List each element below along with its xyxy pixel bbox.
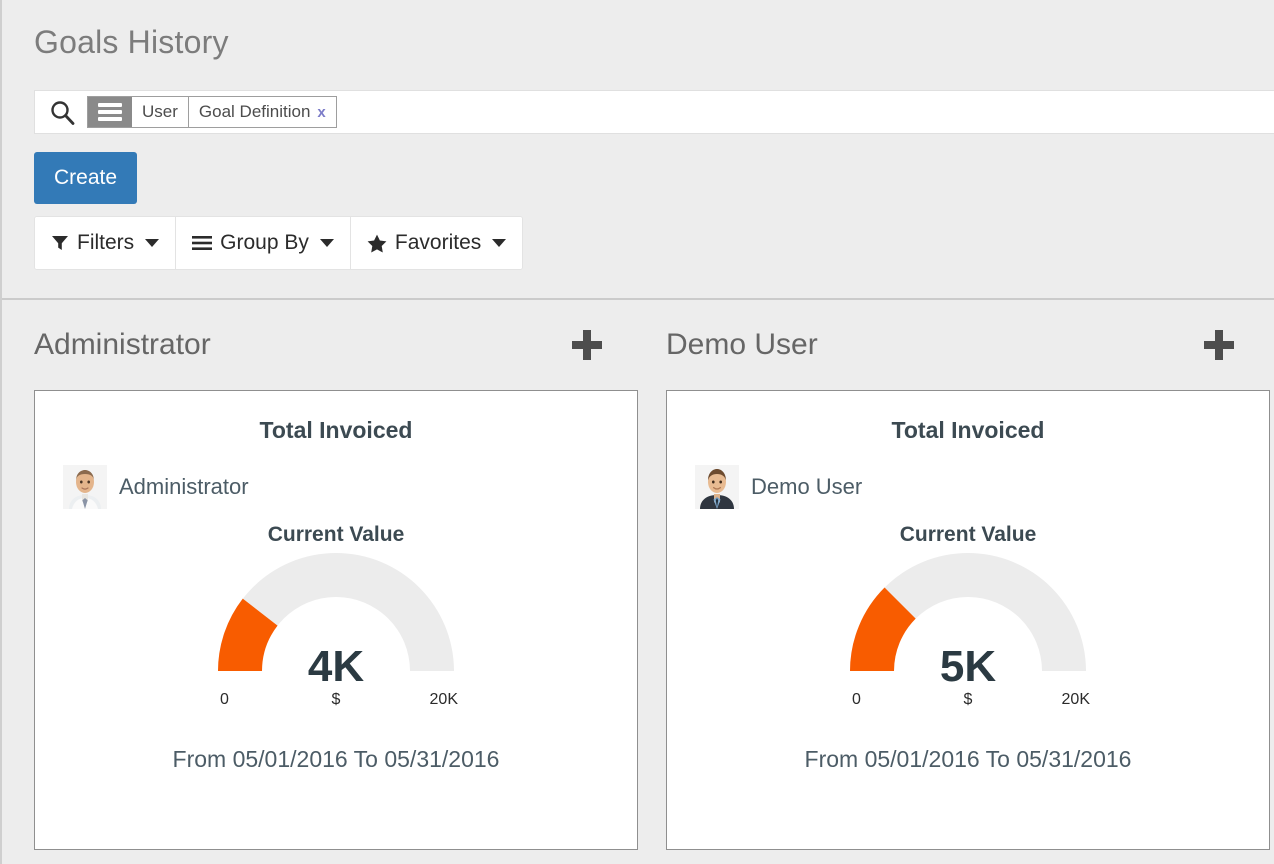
hamburger-menu-icon	[192, 234, 213, 252]
search-icon	[47, 97, 77, 127]
create-button[interactable]: Create	[34, 152, 138, 204]
caret-down-icon	[145, 239, 160, 247]
favorites-label: Favorites	[394, 231, 482, 254]
facet-value: Goal Definition x	[189, 97, 336, 127]
gauge-chart: 4K	[53, 553, 619, 689]
hamburger-menu-icon	[88, 97, 132, 127]
group-by-dropdown-button[interactable]: Group By	[176, 217, 351, 269]
card-user: Demo User	[685, 465, 1251, 509]
card-date-range: From 05/01/2016 To 05/31/2016	[172, 746, 500, 772]
facet-remove-icon[interactable]: x	[317, 104, 325, 121]
gauge-max-label: 20K	[1061, 691, 1090, 708]
control-panel-buttons: Create	[34, 152, 1274, 204]
card-date-range: From 05/01/2016 To 05/31/2016	[804, 746, 1132, 772]
kanban-column-header: Administrator	[34, 300, 618, 390]
gauge-axis-labels: 0 $ 20K	[206, 691, 466, 713]
star-icon	[367, 234, 387, 253]
gauge-unit-label: $	[963, 691, 973, 708]
filters-label: Filters	[77, 231, 135, 254]
card-subtitle: Current Value	[899, 523, 1037, 546]
favorites-dropdown-button[interactable]: Favorites	[350, 217, 523, 269]
kanban-column-title: Administrator	[34, 328, 211, 361]
gauge-min-label: 0	[220, 691, 229, 708]
kanban-column-header: Demo User	[666, 300, 1250, 390]
kanban-column-administrator: Administrator Total Invoiced Administrat…	[2, 300, 638, 862]
card-user-name: Administrator	[119, 474, 249, 499]
facet-value-label: Goal Definition	[198, 102, 311, 121]
gauge-unit-label: $	[331, 691, 341, 708]
page-title: Goals History	[34, 24, 229, 60]
search-input[interactable]: User Goal Definition x	[34, 90, 1274, 134]
card-title: Total Invoiced	[891, 417, 1045, 443]
filters-dropdown-button[interactable]: Filters	[35, 217, 177, 269]
gauge-svg: 4K	[218, 553, 454, 689]
gauge-max-label: 20K	[429, 691, 458, 708]
kanban-view: Administrator Total Invoiced Administrat…	[2, 300, 1274, 862]
card-title: Total Invoiced	[259, 417, 413, 443]
kanban-column-demo-user: Demo User Total Invoiced Demo User Curre…	[634, 300, 1270, 862]
gauge-value-label: 5K	[940, 642, 996, 689]
caret-down-icon	[319, 239, 334, 247]
kanban-column-title: Demo User	[666, 328, 818, 361]
breadcrumb: Goals History	[2, 0, 1274, 62]
group-by-label: Group By	[220, 231, 309, 254]
avatar	[695, 465, 739, 509]
gauge-chart: 5K	[685, 553, 1251, 689]
goals-history-page: Goals History User Goal Definition x Cre…	[0, 0, 1274, 864]
control-panel: Goals History User Goal Definition x Cre…	[2, 0, 1274, 300]
add-record-plus-icon[interactable]	[572, 330, 602, 360]
add-record-plus-icon[interactable]	[1204, 330, 1234, 360]
card-user-name: Demo User	[751, 474, 863, 499]
kanban-card[interactable]: Total Invoiced	[666, 390, 1270, 850]
facet-group-label: User	[132, 97, 189, 127]
avatar	[63, 465, 107, 509]
funnel-icon	[51, 234, 69, 252]
search-options-group: Filters Group By Favorites	[34, 216, 524, 270]
caret-down-icon	[492, 239, 507, 247]
gauge-min-label: 0	[852, 691, 861, 708]
card-user: Administrator	[53, 465, 619, 509]
search-facet-user-goal-definition[interactable]: User Goal Definition x	[87, 96, 337, 128]
kanban-card[interactable]: Total Invoiced	[34, 390, 638, 850]
card-subtitle: Current Value	[267, 523, 405, 546]
gauge-value-label: 4K	[308, 642, 364, 689]
gauge-svg: 5K	[850, 553, 1086, 689]
gauge-axis-labels: 0 $ 20K	[838, 691, 1098, 713]
